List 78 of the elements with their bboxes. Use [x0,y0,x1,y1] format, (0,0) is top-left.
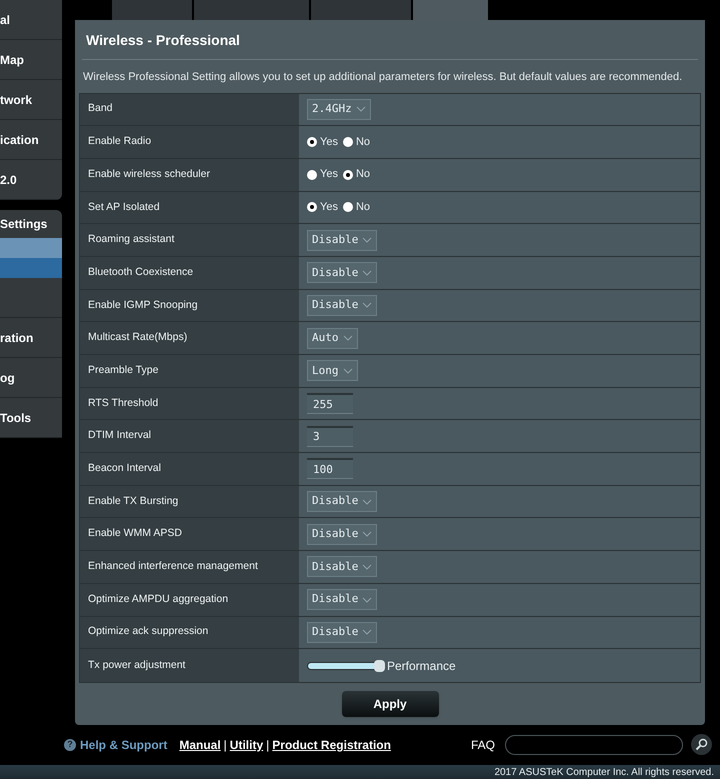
sidebar-heading: Settings [0,216,48,233]
page-title: Wireless - Professional [82,20,698,60]
select-dropdown[interactable]: Long [307,360,358,382]
search-icon [695,738,708,752]
faq-search-field[interactable] [505,734,683,755]
setting-label: Beacon Interval [80,453,299,485]
radio-button[interactable] [342,170,353,180]
radio-button[interactable] [307,202,317,212]
caret-icon [342,368,352,374]
radio-option[interactable]: Yes [307,134,338,150]
setting-label: Set AP Isolated [80,192,299,224]
copyright-text: 2017 ASUSTeK Computer Inc. All rights reserved. [494,766,714,779]
footer-link[interactable]: Manual [179,736,221,754]
caret-icon [362,564,372,570]
select-dropdown[interactable]: Auto [307,328,358,349]
sidebar-item[interactable]: ication [0,120,62,160]
setting-label: Roaming assistant [80,224,299,256]
help-icon: ? [64,738,76,751]
text-input[interactable]: 255 [307,393,353,414]
select-dropdown[interactable]: Disable [307,262,378,284]
caret-icon [362,302,372,308]
setting-label: Enable wireless scheduler [80,158,299,191]
link-separator: | [224,736,227,754]
select-dropdown[interactable]: Disable [307,524,378,545]
search-button[interactable] [691,734,712,756]
select-dropdown[interactable]: Disable [307,230,378,251]
page-description: Wireless Professional Setting allows you to set up additional parameters for wireless. But default values are recommended. [82,70,684,85]
footer-link[interactable]: Product Registration [272,736,391,754]
setting-label: RTS Threshold [80,388,299,420]
setting-label: Enable WMM APSD [80,518,299,550]
select-dropdown[interactable]: Disable [307,622,378,643]
caret-icon [362,596,372,603]
setting-label: Enable Radio [80,126,299,158]
setting-label: DTIM Interval [80,420,299,452]
select-dropdown[interactable]: Disable [307,491,378,512]
caret-icon [356,106,366,112]
faq-label: FAQ [470,736,495,754]
slider-reading: Performance [387,658,456,675]
select-dropdown[interactable]: 2.4GHz [307,98,371,120]
setting-label: Enable IGMP Snooping [80,290,299,322]
setting-label: Band [80,94,299,126]
sidebar-item[interactable]: twork [0,80,62,120]
radio-option[interactable]: Yes [307,166,338,183]
setting-label: Optimize AMPDU aggregation [80,584,299,616]
sidebar-item[interactable]: 2.0 [0,160,62,200]
link-separator: | [266,736,270,754]
setting-label: Enable TX Bursting [80,486,299,518]
select-dropdown[interactable]: Disable [307,556,378,578]
apply-button[interactable]: Apply [342,690,438,717]
setting-label: Tx power adjustment [80,649,299,682]
radio-button[interactable] [342,202,353,212]
select-dropdown[interactable]: Disable [307,294,378,316]
caret-icon [362,531,372,538]
sidebar-item[interactable]: al [0,0,62,40]
radio-option[interactable]: No [342,199,370,216]
setting-label: Preamble Type [80,355,299,387]
text-input[interactable]: 3 [307,426,353,447]
caret-icon [362,498,372,505]
footer-link[interactable]: Utility [230,736,264,754]
help-support-link[interactable]: Help & Support [80,736,168,754]
radio-button[interactable] [342,137,353,148]
text-input[interactable]: 100 [307,458,353,480]
radio-option[interactable]: No [342,134,370,150]
radio-button[interactable] [307,170,317,180]
caret-icon [342,335,352,342]
sidebar-item[interactable]: Map [0,40,62,80]
slider-thumb[interactable] [374,660,385,672]
caret-icon [362,270,372,276]
caret-icon [362,237,372,244]
radio-option[interactable]: Yes [307,199,338,216]
setting-label: Multicast Rate(Mbps) [80,322,299,354]
radio-option[interactable]: No [342,166,370,183]
setting-label: Enhanced interference management [80,551,299,583]
select-dropdown[interactable]: Disable [307,589,378,610]
setting-label: Bluetooth Coexistence [80,256,299,289]
setting-label: Optimize ack suppression [80,616,299,648]
caret-icon [362,629,372,636]
radio-button[interactable] [307,137,317,148]
